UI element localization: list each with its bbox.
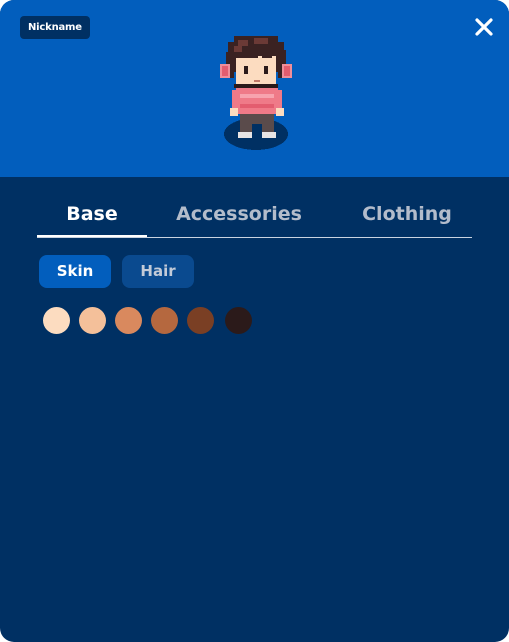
active-tab-indicator <box>37 235 147 237</box>
skin-swatch-1[interactable] <box>43 307 70 334</box>
close-icon <box>475 18 493 36</box>
pixel-character-icon <box>220 36 292 150</box>
subtab-skin[interactable]: Skin <box>39 255 111 288</box>
skin-swatch-6[interactable] <box>225 307 252 334</box>
customization-area: Base Accessories Clothing Skin Hair <box>0 177 509 642</box>
nickname-badge[interactable]: Nickname <box>20 16 90 39</box>
skin-swatch-5[interactable] <box>187 307 214 334</box>
close-button[interactable] <box>471 14 497 40</box>
skin-swatch-3[interactable] <box>115 307 142 334</box>
avatar-editor-panel: Nickname Base Accessories Clothing Skin … <box>0 0 509 642</box>
avatar-preview <box>214 28 298 154</box>
avatar-preview-header: Nickname <box>0 0 509 177</box>
tab-accessories[interactable]: Accessories <box>159 203 319 236</box>
tab-base[interactable]: Base <box>37 203 147 236</box>
subtab-hair[interactable]: Hair <box>122 255 194 288</box>
skin-swatch-4[interactable] <box>151 307 178 334</box>
category-tabs: Base Accessories Clothing <box>37 197 472 238</box>
skin-swatch-2[interactable] <box>79 307 106 334</box>
tab-clothing[interactable]: Clothing <box>337 203 477 236</box>
